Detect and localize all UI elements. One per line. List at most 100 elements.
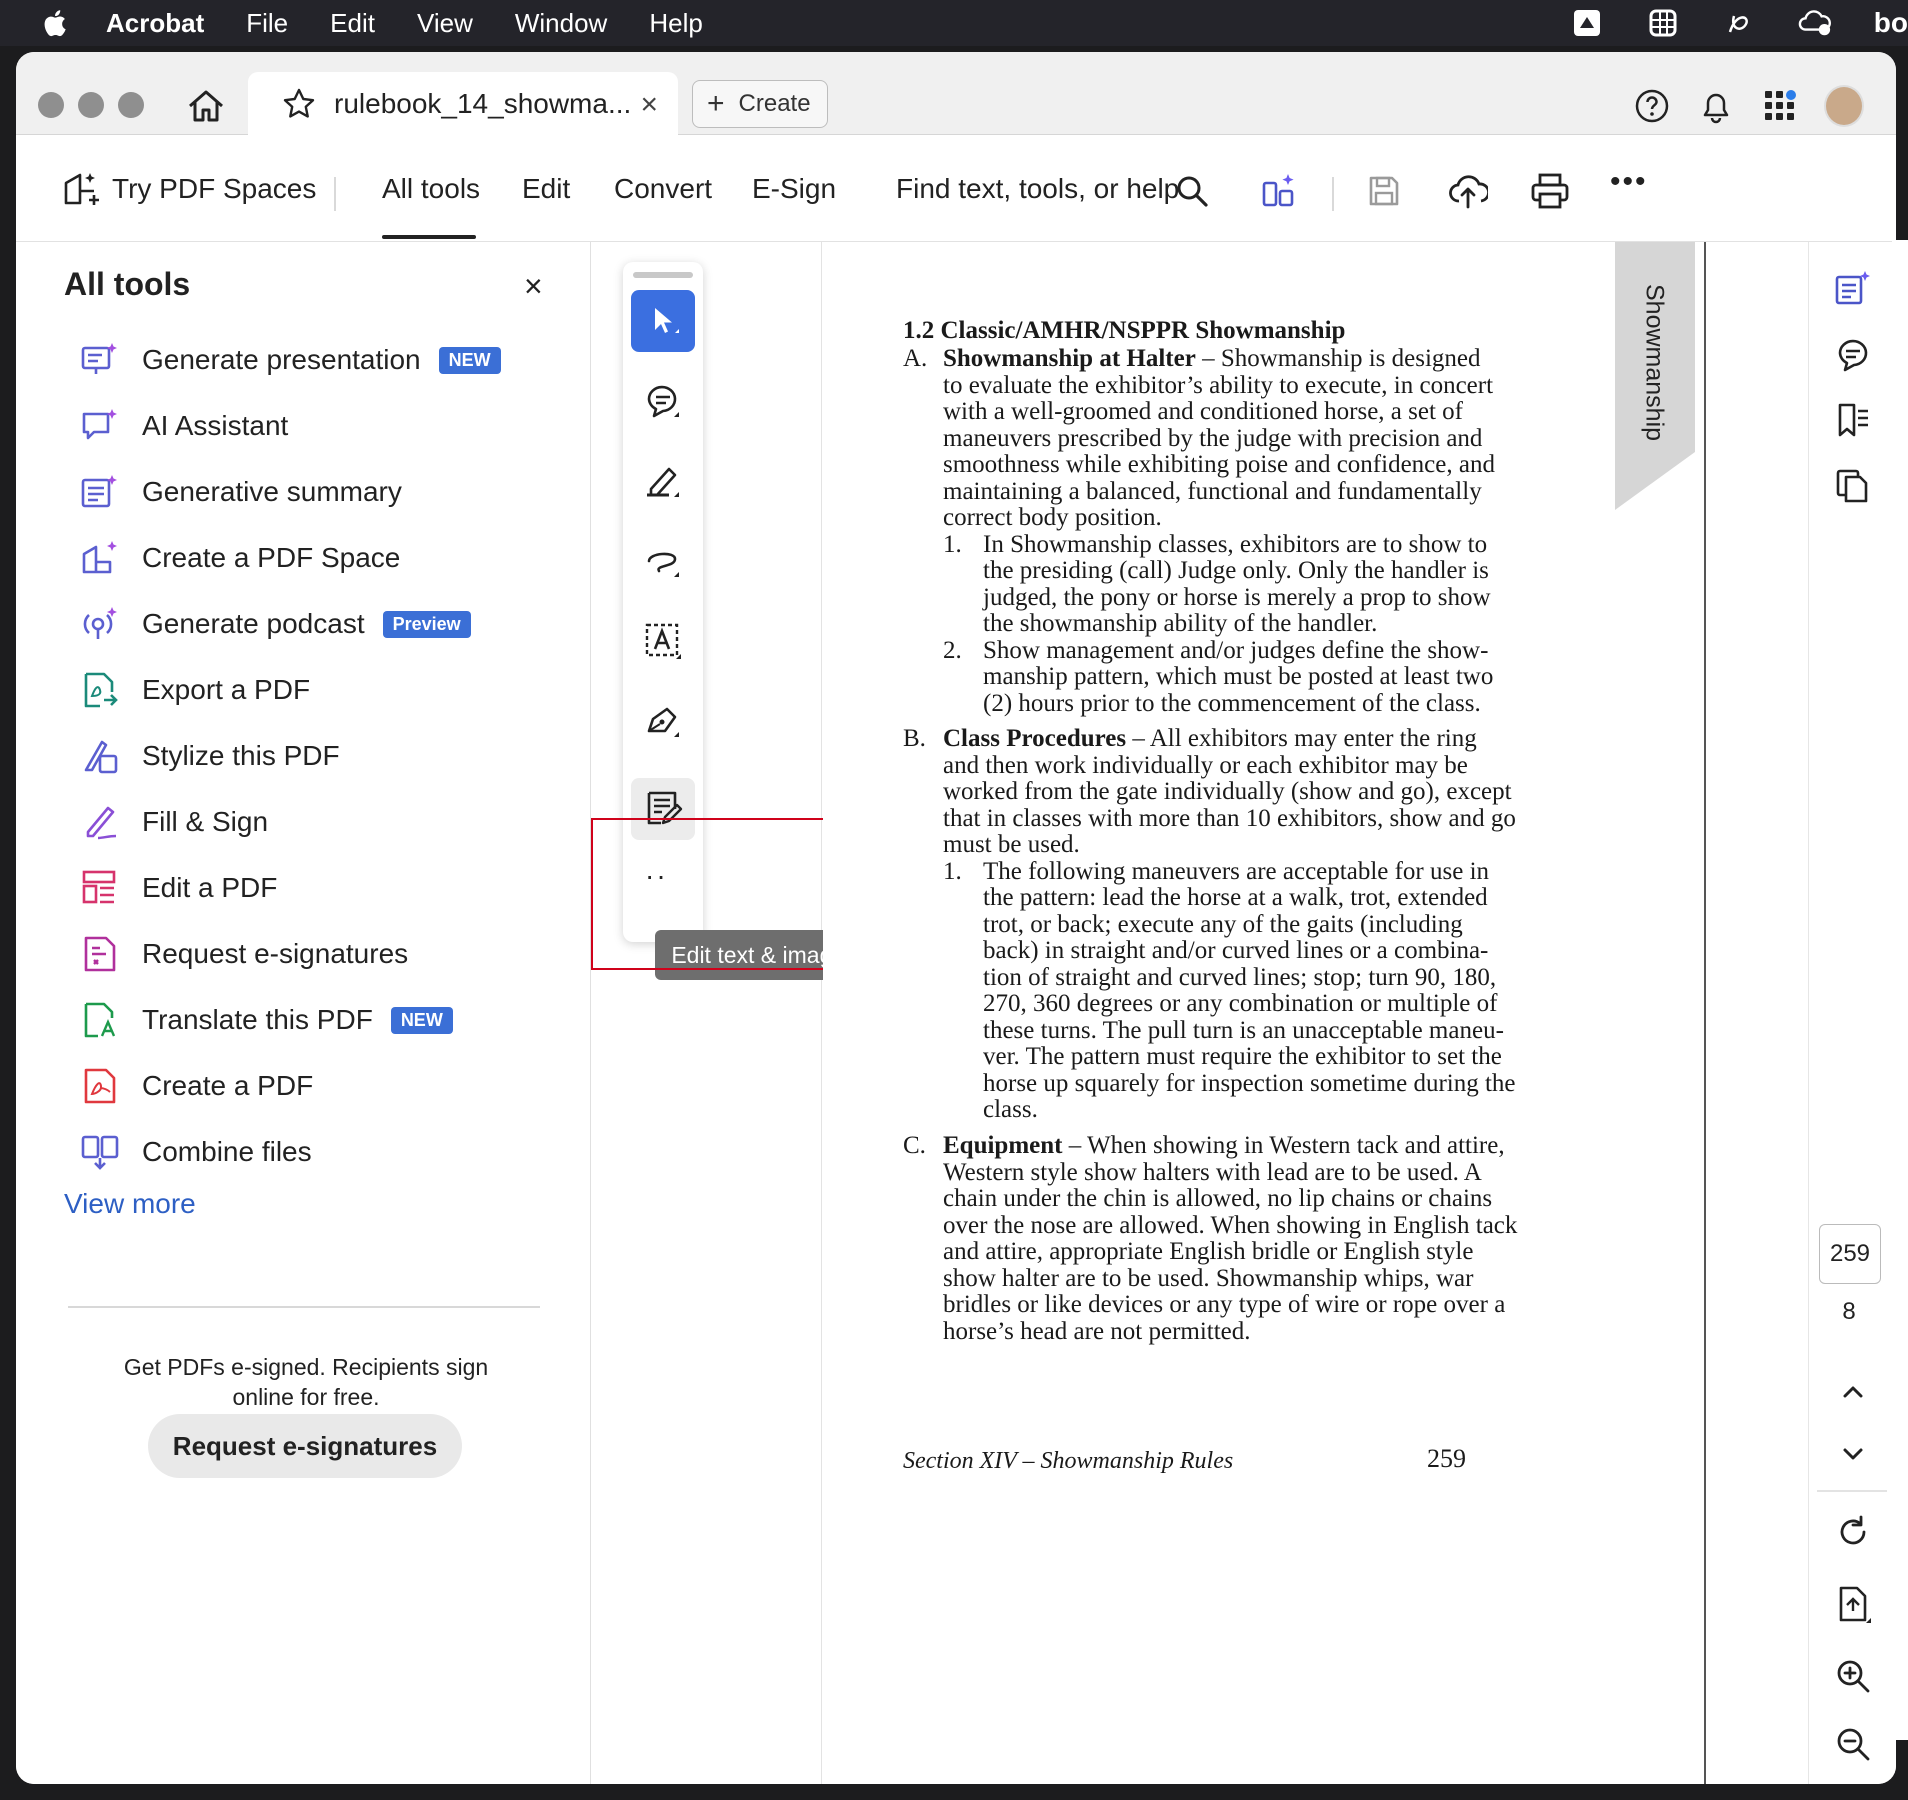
tool-generate-podcast[interactable]: Generate podcast Preview	[16, 594, 590, 654]
fill-sign-icon	[86, 806, 117, 840]
status-bo-text[interactable]: bo	[1874, 7, 1908, 39]
draw-tool-button[interactable]	[631, 530, 695, 592]
document-tab-title: rulebook_14_showma...	[334, 88, 632, 119]
new-badge: NEW	[390, 1006, 453, 1034]
request-esignatures-button[interactable]: Request e-signatures	[148, 1414, 462, 1478]
comment-tool-button[interactable]	[631, 370, 695, 432]
tool-ai-assistant[interactable]: AI Assistant	[16, 396, 590, 456]
side-tab-label: Showmanship	[1640, 284, 1669, 442]
tool-translate-pdf[interactable]: Translate this PDF NEW	[16, 990, 590, 1050]
ai-summary-icon[interactable]	[1831, 266, 1875, 310]
ai-chat-icon	[82, 409, 117, 440]
status-eject-icon[interactable]	[1570, 6, 1604, 40]
tool-label: Generative summary	[142, 476, 402, 507]
tab-convert[interactable]: Convert	[614, 173, 712, 205]
pages-icon[interactable]	[1831, 464, 1875, 508]
zoom-out-icon[interactable]	[1831, 1722, 1875, 1766]
all-tools-panel: All tools × Generate presentation NEW AI…	[16, 242, 591, 1784]
menu-file[interactable]: File	[246, 8, 288, 39]
paragraph-line: 270, 360 degrees or any combination or m…	[983, 990, 1498, 1017]
tool-request-esignatures[interactable]: Request e-signatures	[16, 924, 590, 984]
item-marker: 2.	[943, 636, 962, 664]
select-tool-button[interactable]	[631, 290, 695, 352]
home-icon[interactable]	[184, 84, 228, 128]
tool-create-pdf[interactable]: Create a PDF	[16, 1056, 590, 1116]
summary-sparkle-icon	[81, 475, 117, 508]
view-more-link[interactable]: View more	[64, 1188, 196, 1220]
menu-window[interactable]: Window	[515, 8, 607, 39]
tool-generate-presentation[interactable]: Generate presentation NEW	[16, 330, 590, 390]
apps-grid-icon[interactable]	[1760, 86, 1800, 126]
status-swirl-icon[interactable]	[1722, 6, 1756, 40]
tool-label: Generate presentation	[142, 344, 421, 375]
more-options-icon[interactable]: •••	[1610, 165, 1648, 199]
tab-all-tools[interactable]: All tools	[382, 173, 480, 205]
pen-sign-icon	[647, 707, 679, 737]
preview-badge: Preview	[382, 610, 471, 638]
chevron-up-icon[interactable]	[1831, 1370, 1875, 1414]
bookmarks-icon[interactable]	[1831, 398, 1875, 442]
try-pdf-spaces-button[interactable]: Try PDF Spaces	[112, 173, 316, 205]
promo-line-2: online for free.	[232, 1384, 380, 1410]
text-box-tool-button[interactable]	[631, 610, 695, 672]
tab-edit[interactable]: Edit	[522, 173, 570, 205]
item-heading: Equipment	[943, 1132, 1063, 1159]
star-icon[interactable]	[282, 87, 316, 121]
current-page-field[interactable]: 259	[1819, 1224, 1881, 1284]
paragraph-line: and then work individually or each exhib…	[943, 751, 1468, 779]
print-icon[interactable]	[1530, 171, 1570, 211]
podcast-icon	[83, 607, 117, 639]
acrobat-window: rulebook_14_showma... × + Create Try PDF…	[16, 52, 1896, 1784]
cloud-upload-icon[interactable]	[1448, 171, 1488, 211]
paragraph-line: horse up squarely for inspection sometim…	[983, 1069, 1516, 1097]
toolbar-grip[interactable]	[633, 272, 693, 278]
tool-export-pdf[interactable]: Export a PDF	[16, 660, 590, 720]
chevron-down-icon[interactable]	[1831, 1432, 1875, 1476]
ai-generate-icon[interactable]	[1260, 171, 1300, 211]
window-close-button[interactable]	[38, 92, 64, 118]
tool-create-pdf-space[interactable]: Create a PDF Space	[16, 528, 590, 588]
tool-combine-files[interactable]: Combine files	[16, 1122, 590, 1182]
bell-icon[interactable]	[1696, 86, 1736, 126]
paragraph-line: Showmanship at Halter – Showmanship is d…	[943, 345, 1481, 373]
document-tab[interactable]: rulebook_14_showma... ×	[248, 72, 678, 136]
highlight-tool-button[interactable]	[631, 450, 695, 512]
status-grid-icon[interactable]	[1646, 6, 1680, 40]
tool-generative-summary[interactable]: Generative summary	[16, 462, 590, 522]
paragraph-line: chain under the chin is allowed, no lip …	[943, 1185, 1493, 1212]
help-icon[interactable]	[1632, 86, 1672, 126]
tool-stylize-pdf[interactable]: Stylize this PDF	[16, 726, 590, 786]
pdf-spaces-icon[interactable]	[60, 167, 104, 211]
create-button[interactable]: + Create	[692, 80, 828, 128]
menu-app-name[interactable]: Acrobat	[106, 8, 204, 39]
window-minimize-button[interactable]	[78, 92, 104, 118]
comments-panel-icon[interactable]	[1831, 332, 1875, 376]
panel-close-icon[interactable]: ×	[524, 268, 543, 305]
status-cloud-sync-icon[interactable]	[1798, 6, 1832, 40]
item-marker: 1.	[943, 530, 962, 558]
search-icon[interactable]	[1172, 171, 1212, 211]
panel-divider	[68, 1306, 540, 1308]
page-fit-icon[interactable]	[1831, 1582, 1875, 1626]
tool-edit-pdf[interactable]: Edit a PDF	[16, 858, 590, 918]
zoom-in-icon[interactable]	[1831, 1654, 1875, 1698]
sign-tool-button[interactable]	[631, 690, 695, 752]
tool-label: Create a PDF Space	[142, 542, 401, 573]
tab-esign[interactable]: E-Sign	[752, 173, 836, 205]
tool-fill-sign[interactable]: Fill & Sign	[16, 792, 590, 852]
user-avatar[interactable]	[1824, 85, 1864, 127]
apple-icon[interactable]	[40, 8, 68, 38]
window-zoom-button[interactable]	[118, 92, 144, 118]
tab-close-icon[interactable]: ×	[640, 88, 658, 122]
stylize-icon	[84, 740, 118, 774]
search-field[interactable]: Find text, tools, or help	[896, 173, 1179, 205]
menu-edit[interactable]: Edit	[330, 8, 375, 39]
tab-bar: rulebook_14_showma... × + Create	[16, 52, 1896, 136]
menu-view[interactable]: View	[417, 8, 473, 39]
rotate-icon[interactable]	[1831, 1510, 1875, 1554]
menu-help[interactable]: Help	[649, 8, 702, 39]
text-box-icon	[645, 623, 681, 659]
create-pdf-icon	[84, 1068, 116, 1104]
paragraph-line: to evaluate the exhibitor’s ability to e…	[943, 371, 1494, 399]
save-icon[interactable]	[1364, 171, 1404, 211]
